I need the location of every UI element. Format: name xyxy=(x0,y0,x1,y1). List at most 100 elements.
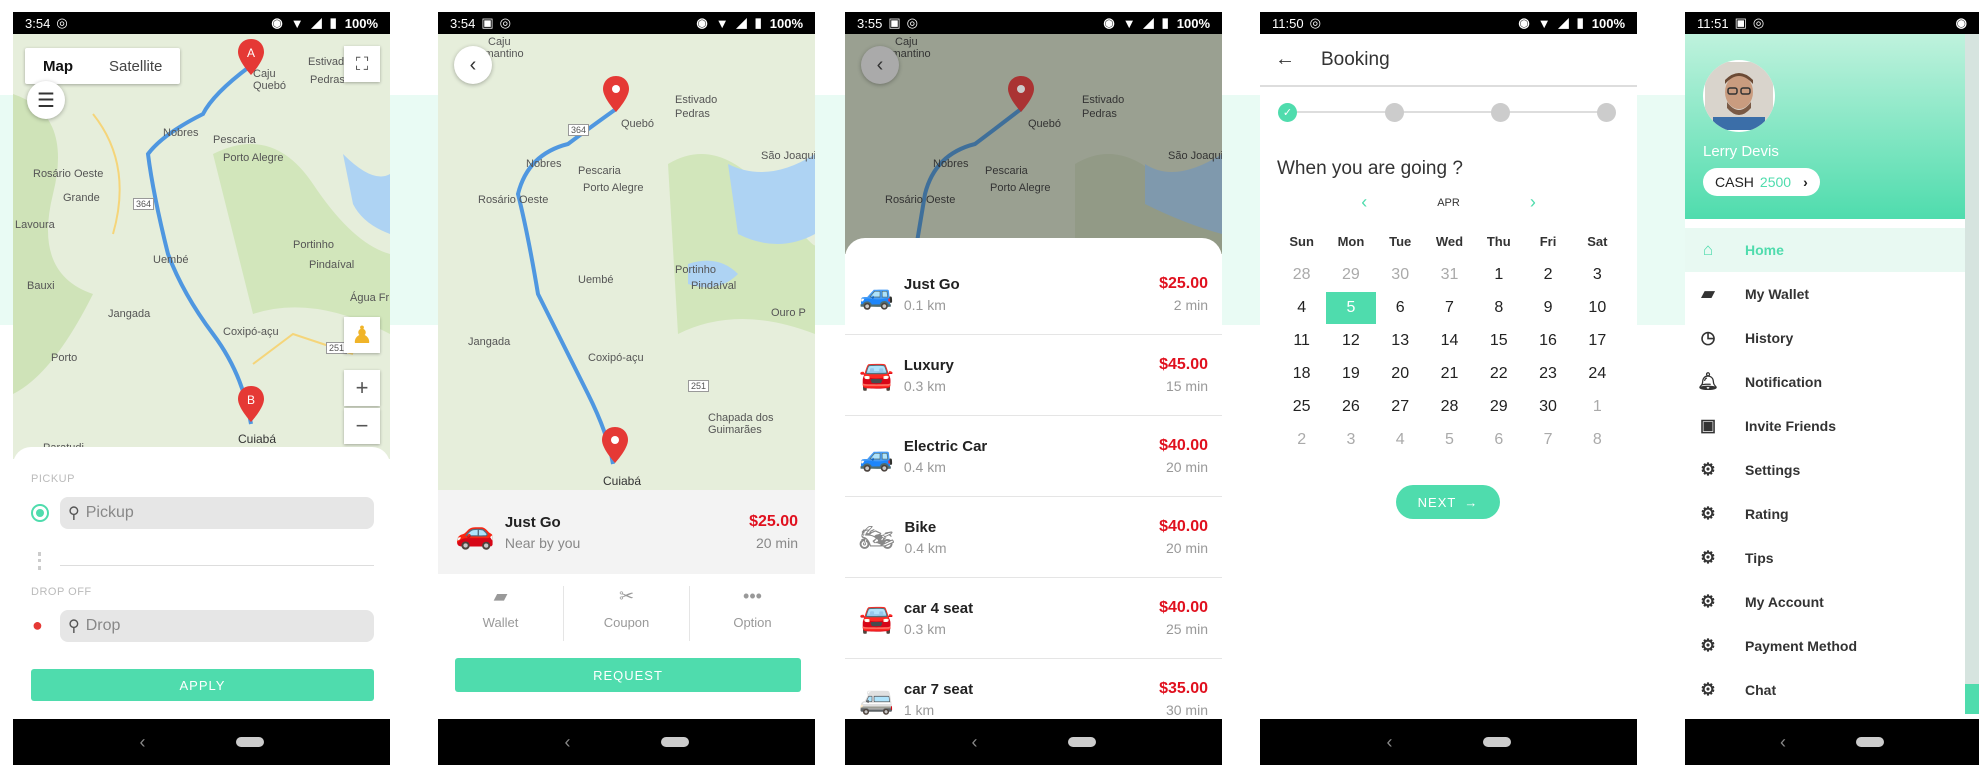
calendar-day[interactable]: 28 xyxy=(1425,398,1474,416)
calendar-day[interactable]: 7 xyxy=(1425,299,1474,317)
calendar-day[interactable]: 12 xyxy=(1326,332,1375,350)
calendar-day[interactable]: 29 xyxy=(1474,398,1523,416)
menu-item-payment-method[interactable]: ⚙ Payment Method xyxy=(1685,624,1965,668)
menu-item-home[interactable]: ⌂ Home xyxy=(1685,228,1965,272)
calendar-day[interactable]: 5 xyxy=(1425,431,1474,449)
nav-home-icon[interactable] xyxy=(1067,737,1096,747)
calendar-day[interactable]: 6 xyxy=(1474,431,1523,449)
calendar-day[interactable]: 23 xyxy=(1523,365,1572,383)
calendar-day[interactable]: 19 xyxy=(1326,365,1375,383)
menu-item-chat[interactable]: ⚙ Chat xyxy=(1685,668,1965,712)
calendar-day[interactable]: 20 xyxy=(1376,365,1425,383)
calendar-day[interactable]: 17 xyxy=(1573,332,1622,350)
vehicle-row[interactable]: 🚘 Luxury 0.3 km $45.00 15 min xyxy=(845,335,1222,416)
gear-icon: ⚙ xyxy=(1700,548,1716,567)
apply-button[interactable]: APPLY xyxy=(31,669,374,701)
calendar-day[interactable]: 15 xyxy=(1474,332,1523,350)
calendar-day[interactable]: 13 xyxy=(1376,332,1425,350)
menu-item-tips[interactable]: ⚙ Tips xyxy=(1685,536,1965,580)
calendar-day[interactable]: 7 xyxy=(1523,431,1572,449)
menu-item-history[interactable]: ◷ History xyxy=(1685,316,1965,360)
menu-item-label: Home xyxy=(1745,242,1784,258)
option-action[interactable]: ••• Option xyxy=(690,586,815,641)
zoom-in-icon[interactable]: + xyxy=(344,370,380,406)
calendar-day[interactable]: 25 xyxy=(1277,398,1326,416)
calendar-day[interactable]: 31 xyxy=(1425,266,1474,284)
wallet-action[interactable]: ▰ Wallet xyxy=(438,586,564,641)
calendar-day[interactable]: 16 xyxy=(1523,332,1572,350)
map-type-satellite-button[interactable]: Satellite xyxy=(91,48,180,84)
calendar-day[interactable]: 1 xyxy=(1474,266,1523,284)
nav-back-icon[interactable]: ‹ xyxy=(972,732,978,753)
calendar-day[interactable]: 8 xyxy=(1474,299,1523,317)
next-button[interactable]: NEXT → xyxy=(1396,485,1500,519)
calendar-day[interactable]: 1 xyxy=(1573,398,1622,416)
calendar-day[interactable]: 24 xyxy=(1573,365,1622,383)
vehicle-row[interactable]: 🚙 Just Go 0.1 km $25.00 2 min xyxy=(845,254,1222,335)
zoom-out-icon[interactable]: − xyxy=(344,408,380,444)
nav-home-icon[interactable] xyxy=(235,737,264,747)
coupon-action[interactable]: ✂ Coupon xyxy=(564,586,690,641)
back-arrow-icon[interactable]: ‹ xyxy=(861,46,899,84)
nav-back-icon[interactable]: ‹ xyxy=(140,732,146,753)
map-label: Nobres xyxy=(163,127,199,139)
pegman-icon[interactable]: ♟ xyxy=(344,317,380,353)
cash-badge[interactable]: CASH 2500 › xyxy=(1703,168,1820,196)
map-label: Porto Alegre xyxy=(583,182,644,194)
menu-item-my-wallet[interactable]: ▰ My Wallet xyxy=(1685,272,1965,316)
map-view[interactable]: Caju Quebó Estivado Nobres Pescaria Rosá… xyxy=(13,34,390,459)
calendar-day[interactable]: 10 xyxy=(1573,299,1622,317)
calendar-day[interactable]: 4 xyxy=(1376,431,1425,449)
map-view[interactable]: Caju Diamantino Quebó Estivado Pedras No… xyxy=(845,34,1222,254)
calendar-day[interactable]: 22 xyxy=(1474,365,1523,383)
calendar-day[interactable]: 28 xyxy=(1277,266,1326,284)
calendar-day[interactable]: 9 xyxy=(1523,299,1572,317)
back-arrow-icon[interactable]: ← xyxy=(1275,48,1295,71)
calendar-day-selected[interactable]: 5 xyxy=(1326,291,1376,324)
nav-home-icon[interactable] xyxy=(1856,737,1884,747)
nav-home-icon[interactable] xyxy=(660,737,689,747)
menu-item-notification[interactable]: 🔔︎ Notification xyxy=(1685,360,1965,404)
pickup-input[interactable]: ⚲ Pickup xyxy=(60,497,374,529)
request-button[interactable]: REQUEST xyxy=(455,658,801,692)
menu-item-settings[interactable]: ⚙ Settings xyxy=(1685,448,1965,492)
calendar-day[interactable]: 11 xyxy=(1277,332,1326,350)
next-month-icon[interactable]: › xyxy=(1530,192,1536,213)
menu-item-invite-friends[interactable]: ▣ Invite Friends xyxy=(1685,404,1965,448)
back-arrow-icon[interactable]: ‹ xyxy=(454,46,492,84)
hamburger-menu-icon[interactable]: ☰ xyxy=(27,81,65,119)
calendar-day[interactable]: 6 xyxy=(1376,299,1425,317)
vehicle-row[interactable]: 🚙 Electric Car 0.4 km $40.00 20 min xyxy=(845,416,1222,497)
nav-home-icon[interactable] xyxy=(1482,737,1511,747)
calendar-day[interactable]: 14 xyxy=(1425,332,1474,350)
calendar-day[interactable]: 3 xyxy=(1326,431,1375,449)
vehicle-row[interactable]: 🏍 Bike 0.4 km $40.00 20 min xyxy=(845,497,1222,578)
nav-back-icon[interactable]: ‹ xyxy=(565,732,571,753)
calendar-day[interactable]: 2 xyxy=(1277,431,1326,449)
selected-vehicle[interactable]: 🚗 Just Go Near by you $25.00 20 min xyxy=(438,490,815,574)
calendar-day[interactable]: 21 xyxy=(1425,365,1474,383)
vehicle-row[interactable]: 🚘 car 4 seat 0.3 km $40.00 25 min xyxy=(845,578,1222,659)
map-type-map-button[interactable]: Map xyxy=(25,48,91,84)
calendar-day[interactable]: 8 xyxy=(1573,431,1622,449)
calendar-day[interactable]: 30 xyxy=(1523,398,1572,416)
avatar[interactable] xyxy=(1703,60,1775,132)
calendar-day[interactable]: 3 xyxy=(1573,266,1622,284)
map-view[interactable]: Caju Diamantino Quebó Estivado Pedras Sã… xyxy=(438,34,815,490)
calendar-day[interactable]: 30 xyxy=(1376,266,1425,284)
calendar-week: 18 19 20 21 22 23 24 xyxy=(1277,357,1622,390)
calendar-day[interactable]: 18 xyxy=(1277,365,1326,383)
vehicle-name: Bike xyxy=(904,518,937,536)
prev-month-icon[interactable]: ‹ xyxy=(1361,192,1367,213)
calendar-day[interactable]: 26 xyxy=(1326,398,1375,416)
fullscreen-icon[interactable]: ⛶ xyxy=(344,46,380,82)
calendar-day[interactable]: 29 xyxy=(1326,266,1375,284)
calendar-day[interactable]: 2 xyxy=(1523,266,1572,284)
drop-input[interactable]: ⚲ Drop xyxy=(60,610,374,642)
calendar-day[interactable]: 4 xyxy=(1277,299,1326,317)
calendar-day[interactable]: 27 xyxy=(1376,398,1425,416)
nav-back-icon[interactable]: ‹ xyxy=(1387,732,1393,753)
menu-item-rating[interactable]: ⚙ Rating xyxy=(1685,492,1965,536)
menu-item-my-account[interactable]: ⚙ My Account xyxy=(1685,580,1965,624)
nav-back-icon[interactable]: ‹ xyxy=(1780,732,1786,753)
